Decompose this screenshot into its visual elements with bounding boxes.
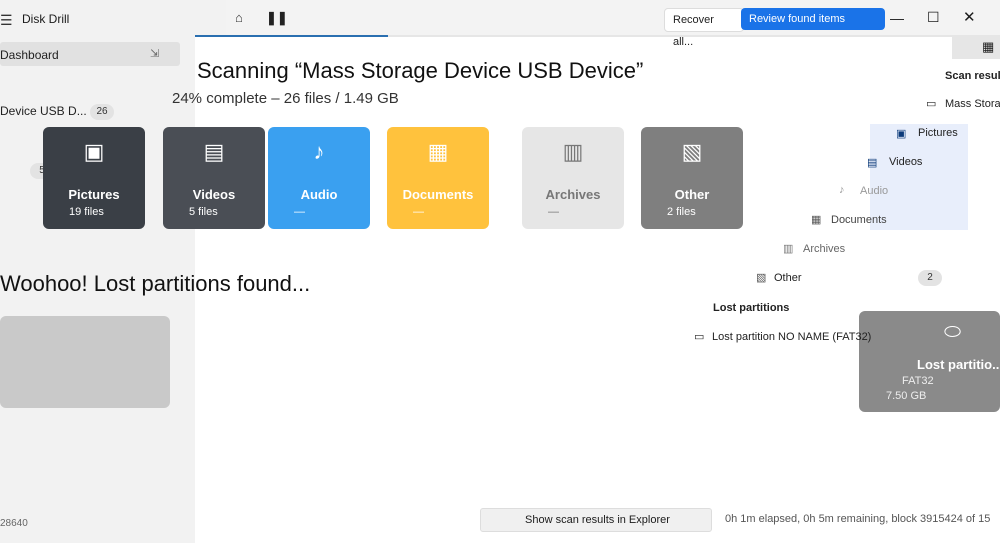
archives-icon: ▥ [562, 139, 584, 164]
sidebar-item-label: Device USB D... [0, 104, 87, 118]
category-card-pictures[interactable]: ▣ Pictures 19 files [43, 127, 145, 229]
videos-icon: ▤ [867, 157, 878, 169]
videos-icon: ▤ [203, 139, 225, 164]
lost-partition-size: 7.50 GB [886, 390, 927, 402]
scan-status-text: 0h 1m elapsed, 0h 5m remaining, block 39… [725, 513, 991, 525]
category-count: — [294, 206, 305, 218]
documents-icon: ▦ [427, 139, 449, 164]
sidebar-item-dashboard[interactable]: Dashboard ⇲ [0, 42, 180, 66]
main-content [195, 36, 1000, 543]
category-count: — [548, 206, 559, 218]
category-count: 19 files [69, 206, 104, 218]
count-badge: 26 [90, 104, 114, 120]
scan-results-label: Scan result [945, 70, 1000, 82]
partition-icon: ⬭ [944, 321, 962, 343]
right-item-archives[interactable]: Archives [803, 243, 845, 255]
other-icon: ▧ [756, 272, 767, 284]
archives-icon: ▥ [783, 243, 794, 255]
sidebar-item-label: Dashboard [0, 48, 59, 62]
scan-summary: 24% complete – 26 files / 1.49 GB [172, 90, 399, 107]
review-found-items-button[interactable]: Review found items [741, 8, 885, 30]
right-panel-lost-partitions-label: Lost partitions [713, 302, 790, 314]
maximize-icon[interactable]: ☐ [927, 9, 940, 26]
category-count: — [413, 206, 424, 218]
audio-icon: ♪ [839, 184, 845, 196]
lost-partition-card-placeholder [0, 316, 170, 408]
category-label: Archives [545, 187, 601, 202]
right-item-documents[interactable]: Documents [831, 214, 887, 226]
pictures-icon: ▣ [896, 128, 907, 140]
right-item-lost-partition[interactable]: Lost partition NO NAME (FAT32) [712, 331, 871, 343]
category-card-documents[interactable]: ▦ Documents — [387, 127, 489, 229]
category-label: Documents [402, 187, 474, 202]
partition-icon: ▭ [694, 331, 705, 343]
audio-icon: ♪ [313, 139, 325, 164]
lost-partition-card[interactable]: ⬭ Lost partitio... FAT32 7.50 GB [859, 311, 1000, 412]
right-item-other[interactable]: Other [774, 272, 802, 284]
scan-results-toggle[interactable]: ▦ [952, 35, 1000, 59]
right-panel-device-label[interactable]: Mass Storag [945, 98, 1000, 110]
lost-partition-label: Lost partitio... [917, 357, 1000, 372]
sidebar-footer-text: 28640 [0, 518, 28, 529]
category-label: Videos [192, 187, 236, 202]
documents-icon: ▦ [811, 214, 822, 226]
pictures-icon: ▣ [83, 139, 105, 164]
category-label: Pictures [68, 187, 120, 202]
scan-progress-bar [195, 35, 1000, 37]
app-title: Disk Drill [22, 12, 70, 26]
count-badge: 2 [918, 270, 942, 286]
show-results-button[interactable]: Show scan results in Explorer [480, 508, 712, 532]
category-count: 5 files [189, 206, 218, 218]
scan-progress-fill [195, 35, 389, 37]
right-item-videos[interactable]: Videos [889, 156, 922, 168]
lost-partition-fs: FAT32 [902, 375, 934, 387]
sidebar-item-device[interactable]: Device USB D... 26 [0, 100, 200, 122]
other-icon: ▧ [681, 139, 703, 164]
show-results-label: Show scan results in Explorer [525, 514, 670, 526]
right-item-audio[interactable]: Audio [860, 185, 888, 197]
category-card-archives[interactable]: ▥ Archives — [522, 127, 624, 229]
category-count: 2 files [667, 206, 696, 218]
home-icon[interactable]: ⌂ [235, 10, 243, 25]
grid-icon: ▦ [982, 39, 995, 54]
device-icon: ▭ [926, 98, 937, 110]
scan-title: Scanning “Mass Storage Device USB Device… [197, 58, 644, 83]
lost-partitions-heading: Woohoo! Lost partitions found... [0, 271, 311, 296]
right-item-pictures[interactable]: Pictures [918, 127, 958, 139]
category-label: Audio [300, 187, 338, 202]
category-card-audio[interactable]: ♪ Audio — [268, 127, 370, 229]
menu-icon[interactable]: ☰ [0, 12, 13, 29]
close-icon[interactable]: ✕ [963, 8, 976, 26]
category-card-other[interactable]: ▧ Other 2 files [641, 127, 743, 229]
recover-all-button[interactable]: Recover all... [664, 8, 744, 48]
category-label: Other [674, 187, 710, 202]
minimize-icon[interactable]: — [890, 10, 904, 26]
pin-icon[interactable]: ⇲ [150, 47, 159, 60]
category-card-videos[interactable]: ▤ Videos 5 files [163, 127, 265, 229]
pause-icon[interactable]: ❚❚ [266, 10, 288, 26]
